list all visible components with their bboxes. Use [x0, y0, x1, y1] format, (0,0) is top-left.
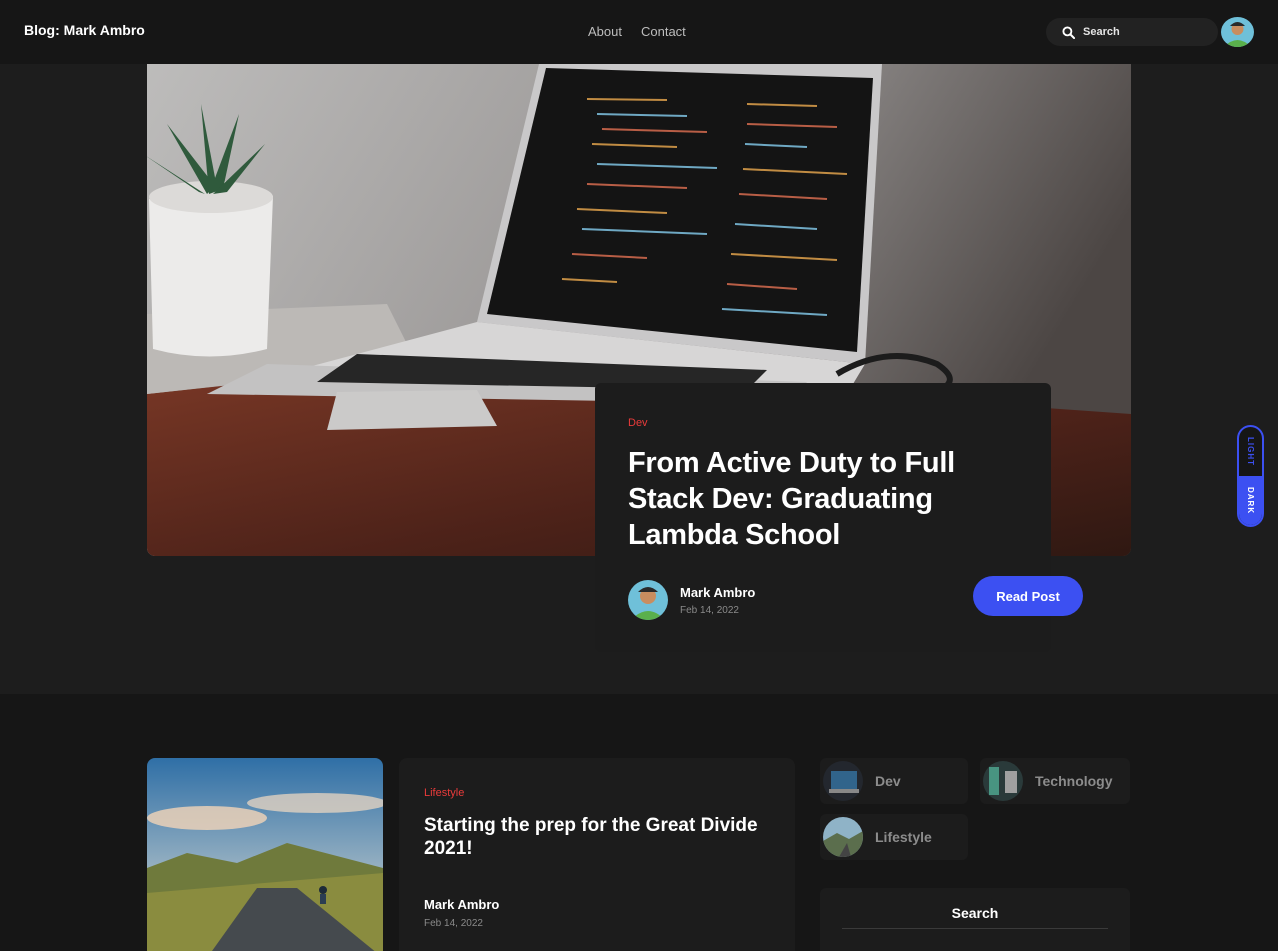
- category-chip-lifestyle[interactable]: Lifestyle: [820, 814, 968, 860]
- search-icon: [1062, 25, 1075, 39]
- post-category[interactable]: Lifestyle: [424, 787, 464, 799]
- sidebar-search-title: Search: [951, 905, 999, 921]
- nav-about-link[interactable]: About: [588, 24, 622, 39]
- chip-label: Lifestyle: [875, 829, 932, 845]
- lifestyle-thumbnail: [823, 817, 863, 857]
- nav-contact-link[interactable]: Contact: [641, 24, 686, 39]
- search-input[interactable]: Search: [1083, 26, 1120, 38]
- light-mode-option[interactable]: LIGHT: [1239, 427, 1262, 476]
- featured-post-card: Dev From Active Duty to Full Stack Dev: …: [595, 383, 1083, 652]
- user-avatar[interactable]: [1221, 17, 1254, 47]
- technology-thumbnail: [983, 761, 1023, 801]
- search-divider: [842, 928, 1108, 929]
- post-author-name: Mark Ambro: [424, 897, 500, 912]
- dark-mode-option[interactable]: DARK: [1239, 476, 1262, 525]
- author-name: Mark Ambro: [680, 584, 756, 600]
- read-post-button[interactable]: Read Post: [973, 576, 1083, 616]
- dev-thumbnail: [823, 761, 863, 801]
- author-avatar: [628, 580, 668, 620]
- chip-label: Dev: [875, 773, 901, 789]
- blog-brand-link[interactable]: Blog: Mark Ambro: [24, 22, 145, 38]
- post-thumbnail[interactable]: [147, 758, 383, 951]
- featured-title[interactable]: From Active Duty to Full Stack Dev: Grad…: [628, 445, 1008, 553]
- dark-label: DARK: [1246, 486, 1255, 515]
- main-nav: About Contact: [588, 24, 686, 39]
- category-chip-dev[interactable]: Dev: [820, 758, 968, 804]
- light-label: LIGHT: [1246, 437, 1255, 466]
- post-author-date: Feb 14, 2022: [424, 918, 483, 929]
- sidebar-search-widget: Search: [820, 888, 1130, 951]
- posts-section: Lifestyle Starting the prep for the Grea…: [0, 694, 1278, 951]
- post-date: Feb 14, 2022: [680, 604, 739, 616]
- theme-toggle[interactable]: LIGHT DARK: [1237, 425, 1264, 527]
- featured-category[interactable]: Dev: [628, 417, 648, 429]
- chip-label: Technology: [1035, 773, 1113, 789]
- post-author: Mark Ambro Feb 14, 2022: [424, 897, 499, 929]
- top-navbar: Blog: Mark Ambro About Contact Search: [0, 0, 1278, 64]
- post-title[interactable]: Starting the prep for the Great Divide 2…: [424, 814, 784, 860]
- post-card: Lifestyle Starting the prep for the Grea…: [399, 758, 795, 951]
- search-box[interactable]: Search: [1046, 18, 1218, 46]
- featured-author: Mark Ambro Feb 14, 2022: [628, 580, 755, 620]
- category-chip-technology[interactable]: Technology: [980, 758, 1130, 804]
